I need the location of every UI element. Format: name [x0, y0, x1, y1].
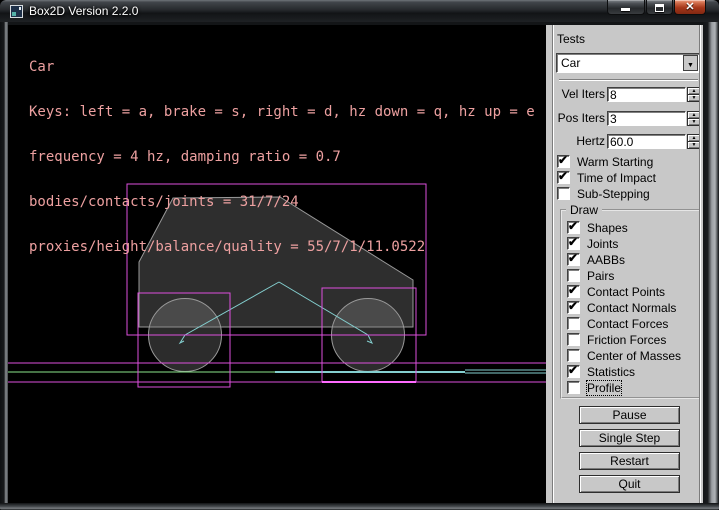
spinner-down-button[interactable]: ▼	[687, 118, 701, 126]
check-icon: ✔	[558, 169, 568, 183]
tests-dropdown[interactable]: Car ▼	[556, 53, 700, 73]
checkbox-box: ✔	[567, 381, 580, 394]
maximize-icon	[655, 4, 664, 12]
triangle-down-icon: ▼	[692, 95, 697, 101]
checkbox-box: ✔	[567, 365, 580, 378]
vel-iters-field	[607, 87, 686, 102]
quit-button[interactable]: Quit	[579, 475, 680, 493]
checkbox-box: ✔	[567, 301, 580, 314]
check-icon: ✔	[568, 283, 578, 297]
close-icon: ✕	[675, 0, 705, 15]
checkbox-label: Joints	[587, 237, 618, 251]
hertz-spinner: ▲ ▼	[687, 134, 701, 149]
pos-iters-spinner: ▲ ▼	[687, 111, 701, 126]
vel-iters-spinner: ▲ ▼	[687, 87, 701, 102]
pause-button[interactable]: Pause	[579, 406, 680, 424]
checkbox-label: Warm Starting	[577, 155, 653, 169]
titlebar[interactable]: Box2D Version 2.2.0 ✕	[0, 0, 719, 22]
tests-label: Tests	[557, 32, 585, 46]
checkbox-box: ✔	[567, 349, 580, 362]
checkbox-label: Shapes	[587, 221, 628, 235]
minimize-button[interactable]	[607, 0, 645, 15]
pos-iters-input[interactable]	[610, 113, 682, 124]
checkbox-label: Center of Masses	[587, 349, 681, 363]
checkbox-label: Contact Forces	[587, 317, 668, 331]
checkbox-box: ✔	[557, 171, 570, 184]
simulation-canvas[interactable]: Car Keys: left = a, brake = s, right = d…	[8, 25, 546, 503]
restart-button[interactable]: Restart	[579, 452, 680, 470]
pos-iters-label: Pos Iters	[556, 111, 605, 126]
checkbox-box: ✔	[567, 221, 580, 234]
app-icon-dot	[19, 7, 21, 10]
vel-iters-row: Vel Iters ▲ ▼	[546, 87, 703, 102]
stats-line-test-name: Car	[29, 60, 535, 75]
hertz-input[interactable]	[610, 136, 682, 147]
control-panel: Tests Car ▼ Vel Iters ▲ ▼ Pos Iters ▲ ▼ …	[546, 25, 703, 503]
checkbox-label: Pairs	[587, 269, 614, 283]
window-border-right	[703, 22, 719, 503]
checkbox-label: Contact Normals	[587, 301, 676, 315]
spinner-down-button[interactable]: ▼	[687, 94, 701, 102]
hertz-field	[607, 134, 686, 149]
window-border-left	[0, 22, 8, 503]
checkbox-label: AABBs	[587, 253, 625, 267]
separator	[559, 79, 698, 81]
close-button[interactable]: ✕	[674, 0, 706, 15]
checkbox-box: ✔	[557, 187, 570, 200]
hertz-row: Hertz ▲ ▼	[546, 134, 703, 149]
checkbox-box: ✔	[567, 237, 580, 250]
checkbox-label: Friction Forces	[587, 333, 666, 347]
app-icon	[10, 5, 23, 18]
app-window: Box2D Version 2.2.0 ✕	[0, 0, 719, 510]
stats-line-frequency: frequency = 4 hz, damping ratio = 0.7	[29, 150, 535, 165]
check-icon: ✔	[568, 219, 578, 233]
checkbox-label: Time of Impact	[577, 171, 656, 185]
check-icon: ✔	[568, 299, 578, 313]
check-icon: ✔	[568, 363, 578, 377]
checkbox-box: ✔	[567, 269, 580, 282]
spinner-down-button[interactable]: ▼	[687, 141, 701, 149]
single-step-button[interactable]: Single Step	[579, 429, 680, 447]
checkbox-label: Contact Points	[587, 285, 665, 299]
minimize-icon	[621, 8, 630, 11]
maximize-button[interactable]	[646, 0, 673, 15]
statistics-text: Car Keys: left = a, brake = s, right = d…	[29, 30, 535, 285]
pos-iters-field	[607, 111, 686, 126]
pos-iters-row: Pos Iters ▲ ▼	[546, 111, 703, 126]
checkbox-box: ✔	[567, 285, 580, 298]
draw-group: Draw ✔ Shapes ✔ Joints ✔ AABBs ✔ Pairs ✔…	[560, 209, 701, 399]
chevron-down-icon: ▼	[687, 62, 694, 69]
checkbox-box: ✔	[557, 155, 570, 168]
checkbox-box: ✔	[567, 333, 580, 346]
tests-dropdown-value: Car	[561, 55, 580, 72]
vel-iters-label: Vel Iters	[556, 87, 605, 102]
window-controls: ✕	[607, 0, 706, 16]
checkbox-box: ✔	[567, 317, 580, 330]
check-icon: ✔	[568, 235, 578, 249]
stats-line-keys: Keys: left = a, brake = s, right = d, hz…	[29, 105, 535, 120]
triangle-down-icon: ▼	[692, 142, 697, 148]
checkbox-label: Statistics	[587, 365, 635, 379]
stats-line-bodies: bodies/contacts/joints = 31/7/24	[29, 195, 535, 210]
check-icon: ✔	[558, 153, 568, 167]
check-icon: ✔	[568, 251, 578, 265]
vel-iters-input[interactable]	[610, 89, 682, 100]
checkbox-label: Profile	[587, 381, 621, 395]
draw-group-legend: Draw	[566, 203, 602, 217]
checkbox-label: Sub-Stepping	[577, 187, 650, 201]
checkbox-box: ✔	[567, 253, 580, 266]
app-icon-teal-square	[12, 12, 16, 16]
hertz-label: Hertz	[556, 134, 605, 149]
stats-line-proxies: proxies/height/balance/quality = 55/7/1/…	[29, 240, 535, 255]
triangle-down-icon: ▼	[692, 119, 697, 125]
window-border-bottom	[0, 503, 719, 510]
window-title: Box2D Version 2.2.0	[29, 0, 138, 22]
tests-dropdown-button[interactable]: ▼	[683, 55, 698, 71]
